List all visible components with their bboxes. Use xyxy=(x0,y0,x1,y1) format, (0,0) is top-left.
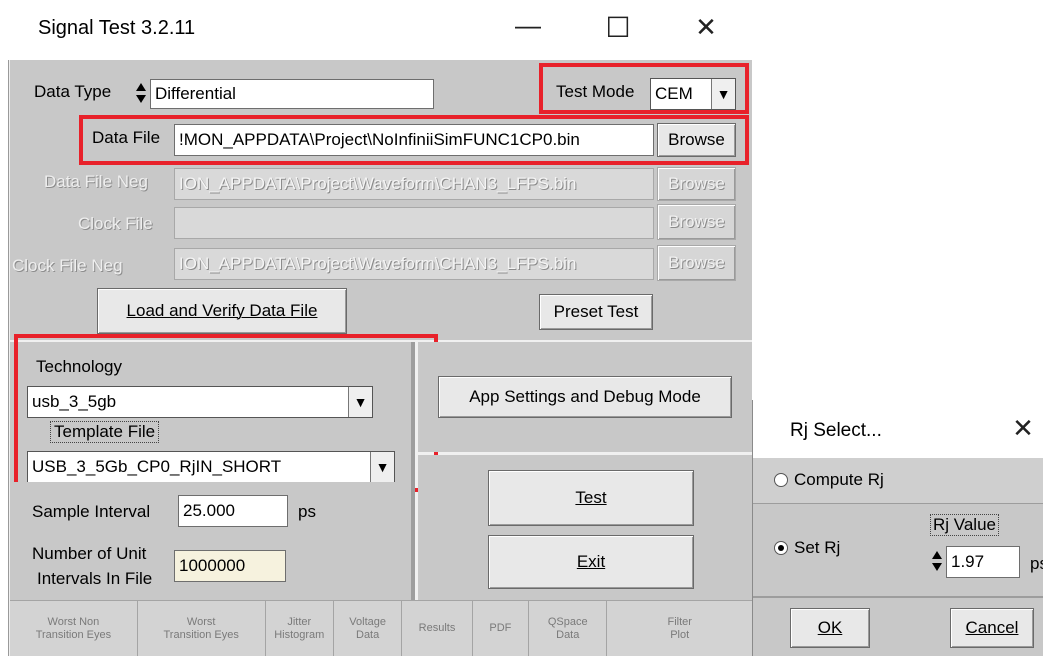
rj-cancel-label: Cancel xyxy=(965,618,1019,637)
app-settings-button[interactable]: App Settings and Debug Mode xyxy=(438,376,732,418)
clock-file-label: Clock File xyxy=(78,214,153,233)
rj-dialog-close-button[interactable]: ✕ xyxy=(1006,415,1040,447)
set-rj-label: Set Rj xyxy=(794,538,841,557)
maximize-button[interactable]: ☐ xyxy=(598,14,638,54)
data-type-label: Data Type xyxy=(34,82,112,101)
compute-rj-label: Compute Rj xyxy=(794,470,884,489)
tab-filter-plot[interactable]: Filter Plot xyxy=(607,601,753,656)
load-verify-button[interactable]: Load and Verify Data File xyxy=(97,288,347,334)
rj-value-spinner[interactable] xyxy=(930,546,944,576)
rj-dialog-divider xyxy=(753,596,1043,598)
rj-ok-button[interactable]: OK xyxy=(790,608,870,648)
rj-dialog-title: Rj Select... xyxy=(790,420,882,441)
exit-label: Exit xyxy=(576,552,606,571)
clock-file-neg-browse-button[interactable]: Browse xyxy=(657,245,736,281)
data-type-field[interactable]: Differential xyxy=(150,79,434,109)
minimize-button[interactable]: — xyxy=(508,12,548,52)
set-rj-radio[interactable] xyxy=(774,541,788,555)
data-file-neg-label: Data File Neg xyxy=(44,172,148,191)
tab-worst-non-transition-eyes[interactable]: Worst Non Transition Eyes xyxy=(10,601,138,656)
rj-cancel-button[interactable]: Cancel xyxy=(950,608,1034,648)
data-file-highlight xyxy=(79,115,749,165)
updown-arrows-icon xyxy=(932,551,942,571)
exit-button[interactable]: Exit xyxy=(488,535,694,589)
sample-interval-label: Sample Interval xyxy=(32,502,151,521)
tab-results[interactable]: Results xyxy=(402,601,473,656)
num-ui-label-line1: Number of Unit xyxy=(32,544,147,563)
tab-worst-transition-eyes[interactable]: Worst Transition Eyes xyxy=(137,601,266,656)
num-ui-field[interactable]: 1000000 xyxy=(174,550,286,582)
data-type-spinner[interactable] xyxy=(134,80,148,106)
data-file-neg-browse-button[interactable]: Browse xyxy=(657,167,736,201)
clock-file-neg-field[interactable]: ION_APPDATA\Project\Waveform\CHAN3_LFPS.… xyxy=(174,248,654,280)
rj-value-field[interactable]: 1.97 xyxy=(946,546,1020,578)
tab-jitter-histogram[interactable]: Jitter Histogram xyxy=(265,601,334,656)
sample-interval-unit: ps xyxy=(298,502,316,521)
data-file-neg-field[interactable]: ION_APPDATA\Project\Waveform\CHAN3_LFPS.… xyxy=(174,168,654,200)
test-label: Test xyxy=(575,488,607,507)
clock-file-browse-button[interactable]: Browse xyxy=(657,204,736,240)
test-mode-highlight xyxy=(539,63,749,114)
load-verify-label: Load and Verify Data File xyxy=(126,301,318,320)
rj-value-unit: ps xyxy=(1030,554,1043,573)
tab-voltage-data[interactable]: Voltage Data xyxy=(333,601,403,656)
rj-ok-label: OK xyxy=(817,618,843,637)
clock-file-neg-label: Clock File Neg xyxy=(12,256,123,275)
window-title: Signal Test 3.2.11 xyxy=(38,17,196,39)
sample-interval-field[interactable]: 25.000 xyxy=(178,495,288,527)
updown-arrows-icon xyxy=(136,83,146,103)
test-button[interactable]: Test xyxy=(488,470,694,526)
app-settings-label: App Settings and Debug Mode xyxy=(469,387,701,406)
tab-pdf[interactable]: PDF xyxy=(472,601,530,656)
clock-file-field[interactable] xyxy=(174,207,654,239)
technology-highlight xyxy=(14,334,438,492)
compute-rj-radio[interactable] xyxy=(774,473,788,487)
preset-test-label: Preset Test xyxy=(553,302,639,321)
num-ui-label-line2: Intervals In File xyxy=(37,569,153,588)
preset-test-button[interactable]: Preset Test xyxy=(539,294,653,330)
tab-bar: Worst Non Transition Eyes Worst Transition… xyxy=(10,600,753,656)
rj-value-label: Rj Value xyxy=(930,514,999,536)
tab-qspace-data[interactable]: QSpace Data xyxy=(529,601,608,656)
close-button[interactable]: ✕ xyxy=(686,14,726,54)
